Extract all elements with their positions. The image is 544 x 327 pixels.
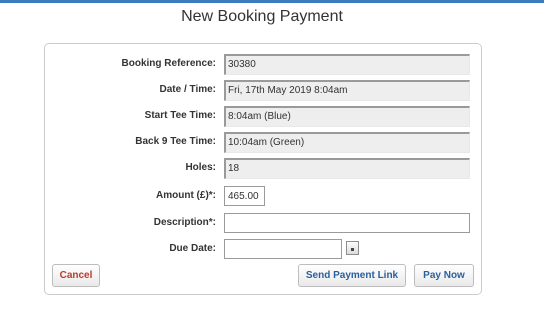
back9-tee-time-field: 10:04am (Green) (224, 132, 470, 153)
send-payment-link-button[interactable]: Send Payment Link (298, 264, 406, 287)
amount-label: Amount (£)*: (156, 190, 216, 201)
booking-reference-field: 30380 (224, 54, 470, 75)
pay-now-button[interactable]: Pay Now (414, 264, 474, 287)
description-input[interactable] (224, 213, 470, 233)
start-tee-time-label: Start Tee Time: (144, 110, 216, 121)
start-tee-time-field: 8:04am (Blue) (224, 106, 470, 127)
amount-input[interactable] (224, 186, 265, 206)
start-tee-time-row: Start Tee Time: 8:04am (Blue) (45, 106, 481, 128)
page-title: New Booking Payment (181, 8, 343, 25)
description-row: Description*: (45, 213, 481, 235)
due-date-label: Due Date: (169, 243, 216, 254)
holes-row: Holes: 18 (45, 158, 481, 180)
due-date-input[interactable] (224, 239, 342, 259)
booking-reference-row: Booking Reference: 30380 (45, 54, 481, 76)
holes-label: Holes: (185, 162, 216, 173)
calendar-icon[interactable] (346, 241, 359, 255)
date-time-row: Date / Time: Fri, 17th May 2019 8:04am (45, 80, 481, 102)
top-accent-rule (0, 0, 544, 3)
date-time-field: Fri, 17th May 2019 8:04am (224, 80, 470, 101)
payment-form-panel: Booking Reference: 30380 Date / Time: Fr… (44, 43, 482, 295)
description-label: Description*: (153, 217, 216, 228)
back9-tee-time-row: Back 9 Tee Time: 10:04am (Green) (45, 132, 481, 154)
cancel-button[interactable]: Cancel (52, 264, 100, 287)
booking-reference-label: Booking Reference: (121, 58, 216, 69)
due-date-row: Due Date: (45, 239, 481, 261)
amount-row: Amount (£)*: (45, 186, 481, 208)
holes-field: 18 (224, 158, 470, 179)
back9-tee-time-label: Back 9 Tee Time: (135, 136, 216, 147)
date-time-label: Date / Time: (159, 84, 217, 95)
